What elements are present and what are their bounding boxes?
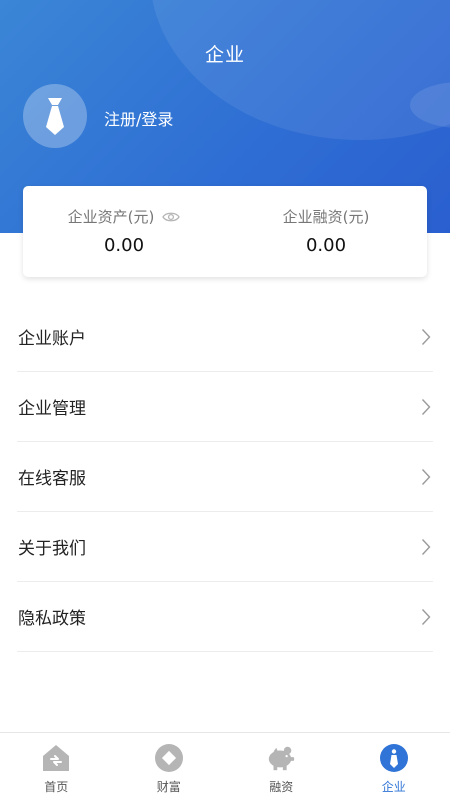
header-decoration [150, 0, 450, 140]
chevron-right-icon [421, 328, 431, 346]
piggy-bank-icon [266, 743, 296, 773]
page-title: 企业 [204, 44, 245, 66]
menu-item-label: 隐私政策 [18, 609, 86, 629]
chevron-right-icon [421, 468, 431, 486]
tie-icon [46, 98, 64, 135]
menu-item-label: 关于我们 [18, 539, 86, 559]
chevron-right-icon [421, 608, 431, 626]
menu-item-label: 在线客服 [18, 469, 86, 489]
company-financing: 企业融资(元) 0.00 [225, 186, 427, 277]
menu-item-online-service[interactable]: 在线客服 [17, 442, 433, 512]
chevron-right-icon [421, 398, 431, 416]
wealth-icon [154, 743, 184, 773]
company-financing-label: 企业融资(元) [282, 208, 370, 226]
menu-item-enterprise-management[interactable]: 企业管理 [17, 372, 433, 442]
tab-financing[interactable]: 融资 [225, 733, 338, 800]
chevron-right-icon [421, 538, 431, 556]
company-assets-value: 0.00 [103, 235, 145, 256]
company-financing-value: 0.00 [305, 235, 347, 256]
menu-item-label: 企业账户 [18, 329, 86, 349]
home-icon [41, 743, 71, 773]
assets-card: 企业资产(元) 0.00 企业融资(元) 0.00 [23, 186, 427, 277]
avatar[interactable] [23, 84, 87, 148]
settings-menu: 企业账户 企业管理 在线客服 关于我们 隐私政策 [17, 302, 433, 652]
tab-financing-label: 融资 [269, 780, 294, 794]
menu-item-privacy-policy[interactable]: 隐私政策 [17, 582, 433, 652]
tab-home[interactable]: 首页 [0, 733, 113, 800]
tab-home-label: 首页 [44, 780, 69, 794]
enterprise-icon [379, 743, 409, 773]
tab-wealth-label: 财富 [156, 780, 181, 794]
menu-item-about-us[interactable]: 关于我们 [17, 512, 433, 582]
menu-item-label: 企业管理 [18, 399, 86, 419]
company-assets-label: 企业资产(元) [67, 208, 155, 226]
eye-icon[interactable] [162, 211, 181, 223]
bottom-tab-bar: 首页 财富 融资 企业 [0, 732, 450, 800]
login-register-link[interactable]: 注册/登录 [104, 106, 173, 130]
menu-item-enterprise-account[interactable]: 企业账户 [17, 302, 433, 372]
tab-wealth[interactable]: 财富 [113, 733, 226, 800]
tab-enterprise-label: 企业 [381, 780, 406, 794]
tab-enterprise[interactable]: 企业 [338, 733, 450, 800]
company-assets: 企业资产(元) 0.00 [23, 186, 225, 277]
